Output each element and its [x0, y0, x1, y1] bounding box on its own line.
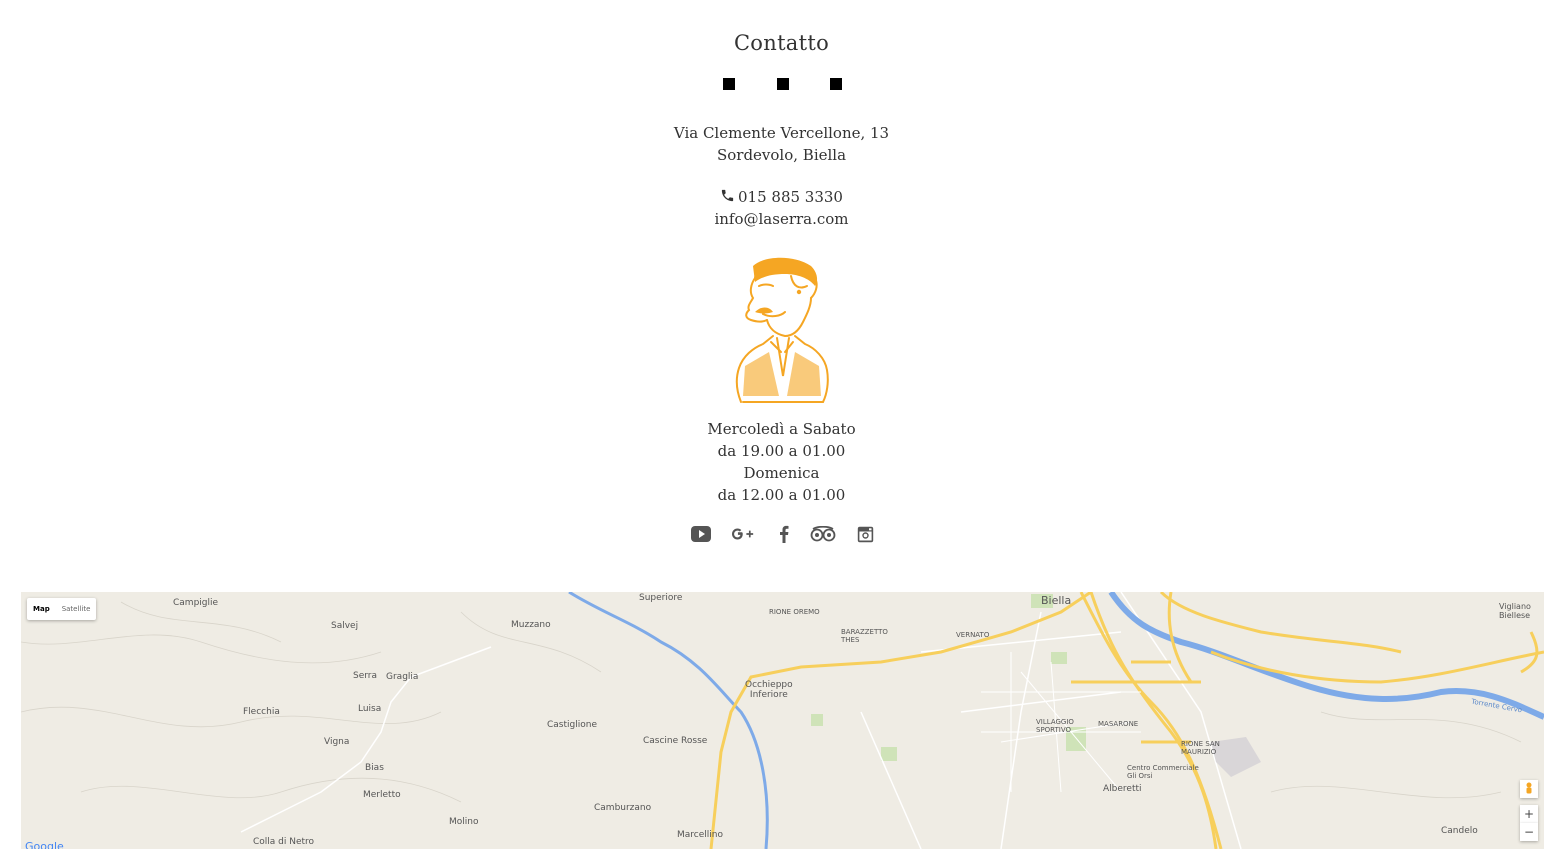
zoom-in-button[interactable]: + — [1520, 805, 1538, 823]
facebook-icon[interactable] — [773, 523, 795, 545]
phone-icon — [720, 187, 735, 209]
address-line-1: Via Clemente Vercellone, 13 — [673, 124, 890, 142]
divider-dots — [723, 78, 843, 90]
hours-days-2: Domenica — [743, 464, 820, 482]
email-link[interactable]: info@laserra.com — [0, 208, 1563, 230]
youtube-icon[interactable] — [690, 523, 712, 545]
map-type-map-button[interactable]: Map — [27, 598, 56, 620]
instagram-icon[interactable] — [854, 523, 876, 545]
address-line-2: Sordevolo, Biella — [716, 146, 847, 164]
contact-section: Contatto Via Clemente Vercellone, 13 Sor… — [0, 0, 1563, 592]
social-links — [690, 523, 880, 545]
park-area — [811, 714, 823, 726]
map-canvas[interactable] — [21, 592, 1544, 849]
divider-dot — [777, 78, 789, 90]
park-area — [881, 747, 897, 761]
phone-number: 015 885 3330 — [738, 188, 843, 206]
hours-time-1: da 19.00 a 01.00 — [717, 442, 846, 460]
hours-days-1: Mercoledì a Sabato — [707, 420, 856, 438]
map-type-control: Map Satellite — [27, 598, 97, 620]
section-title: Contatto — [733, 31, 830, 55]
tripadvisor-icon[interactable] — [810, 523, 836, 545]
hours-time-2: da 12.00 a 01.00 — [717, 486, 846, 504]
pegman-icon[interactable] — [1520, 780, 1538, 798]
phone-row[interactable]: 015 885 3330 — [0, 186, 1563, 209]
google-map[interactable]: Campiglie Salvej Muzzano Superiore RIONE… — [21, 592, 1544, 849]
google-logo[interactable]: Google — [25, 840, 64, 849]
divider-dot — [723, 78, 735, 90]
divider-dot — [830, 78, 842, 90]
mascot-logo — [735, 257, 829, 403]
google-plus-icon[interactable] — [732, 523, 754, 545]
map-type-satellite-button[interactable]: Satellite — [56, 598, 97, 620]
park-area — [1051, 652, 1067, 664]
zoom-out-button[interactable]: − — [1520, 823, 1538, 841]
